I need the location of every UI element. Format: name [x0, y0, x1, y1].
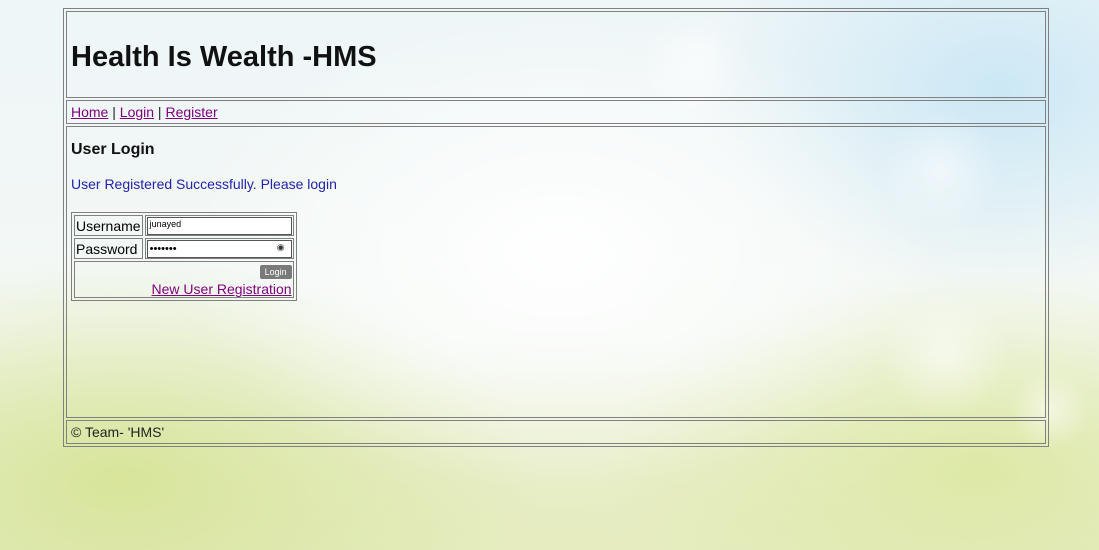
status-message: User Registered Successfully. Please log… — [71, 176, 337, 192]
nav-link-login[interactable]: Login — [120, 104, 154, 120]
site-title: Health Is Wealth -HMS — [71, 41, 377, 73]
footer-text: © Team- 'HMS' — [71, 424, 165, 440]
nav-bar: Home | Login | Register — [66, 100, 1046, 124]
login-form: Username junayed Password ••••••• ◉ Logi… — [71, 212, 297, 301]
nav-separator: | — [154, 104, 166, 120]
username-label: Username — [74, 215, 143, 236]
eye-icon[interactable]: ◉ — [277, 242, 285, 253]
main-content: User Login User Registered Successfully.… — [66, 126, 1046, 418]
password-input[interactable]: ••••••• ◉ — [146, 239, 292, 258]
password-value: ••••••• — [149, 242, 177, 255]
password-label: Password — [74, 238, 143, 259]
username-input[interactable]: junayed — [146, 216, 292, 235]
login-button[interactable]: Login — [259, 265, 292, 279]
form-actions: Login New User Registration — [74, 261, 294, 298]
header: Health Is Wealth -HMS — [66, 11, 1046, 98]
page-heading: User Login — [71, 141, 155, 158]
footer: © Team- 'HMS' — [66, 420, 1046, 444]
nav-link-home[interactable]: Home — [71, 104, 108, 120]
page-frame: Health Is Wealth -HMS Home | Login | Reg… — [63, 8, 1049, 447]
new-user-registration-link[interactable]: New User Registration — [76, 281, 292, 297]
nav-separator: | — [108, 104, 120, 120]
username-cell: junayed — [144, 215, 294, 236]
password-cell: ••••••• ◉ — [144, 238, 294, 259]
nav-link-register[interactable]: Register — [165, 104, 217, 120]
